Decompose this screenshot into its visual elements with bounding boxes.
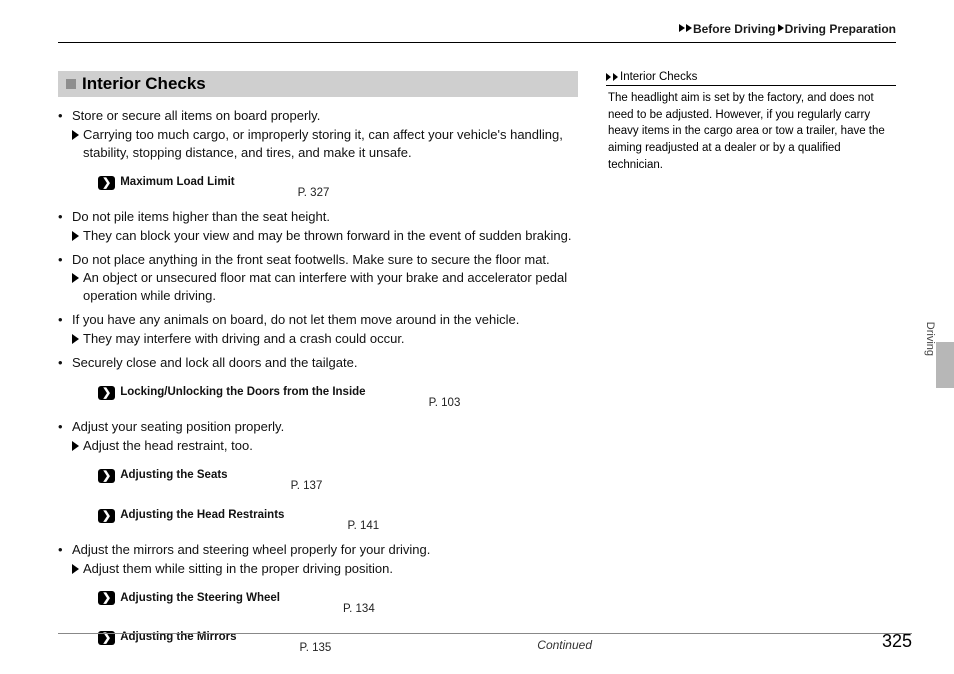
bullet-item: Adjust your seating position properly.Ad… (58, 418, 578, 535)
xref-badge-icon: ❯ (98, 509, 115, 523)
bullet-item: Store or secure all items on board prope… (58, 107, 578, 202)
xref-badge-icon: ❯ (98, 386, 115, 400)
cross-reference[interactable]: ❯ Locking/Unlocking the Doors from the In… (98, 374, 578, 412)
bullet-text: Adjust the mirrors and steering wheel pr… (72, 541, 578, 559)
bullet-text: Adjust your seating position properly. (72, 418, 578, 436)
side-column: Interior Checks The headlight aim is set… (606, 71, 896, 663)
xref-page: P. 134 (285, 580, 433, 618)
cross-reference[interactable]: ❯ Adjusting the Seats P. 137 (98, 457, 578, 495)
xref-badge-icon: ❯ (98, 591, 115, 605)
bullet-text: Securely close and lock all doors and th… (72, 354, 578, 372)
side-body-text: The headlight aim is set by the factory,… (606, 86, 896, 173)
bullet-text: Store or secure all items on board prope… (72, 107, 578, 125)
bullet-item: If you have any animals on board, do not… (58, 311, 578, 348)
chevron-right-icon (686, 24, 692, 32)
bullet-sub-text: They can block your view and may be thro… (83, 227, 572, 245)
side-heading-text: Interior Checks (620, 71, 697, 83)
xref-badge-icon: ❯ (98, 176, 115, 190)
section-title: Interior Checks (82, 74, 206, 94)
bullet-sub-text: An object or unsecured floor mat can int… (83, 269, 578, 305)
xref-page: P. 137 (233, 457, 381, 495)
cross-reference[interactable]: ❯ Adjusting the Head Restraints P. 141 (98, 497, 578, 535)
triangle-right-icon (72, 130, 79, 140)
triangle-right-icon (72, 564, 79, 574)
page-footer: Continued 325 (58, 633, 912, 652)
xref-page: P. 103 (371, 374, 519, 412)
triangle-right-icon (72, 334, 79, 344)
bullet-sub-text: Carrying too much cargo, or improperly s… (83, 126, 578, 162)
xref-page: P. 141 (289, 497, 437, 535)
bullet-sub-text: Adjust them while sitting in the proper … (83, 560, 393, 578)
triangle-right-icon (72, 231, 79, 241)
page: Before Driving Driving Preparation Interi… (0, 0, 954, 674)
cross-reference[interactable]: ❯ Maximum Load Limit P. 327 (98, 164, 578, 202)
bullet-sub: Carrying too much cargo, or improperly s… (72, 126, 578, 162)
bullet-list: Store or secure all items on board prope… (58, 107, 578, 657)
bullet-text: If you have any animals on board, do not… (72, 311, 578, 329)
xref-badge-icon: ❯ (98, 469, 115, 483)
bullet-sub: They can block your view and may be thro… (72, 227, 578, 245)
xref-title: Adjusting the Seats (120, 468, 227, 484)
section-heading: Interior Checks (58, 71, 578, 97)
cross-reference[interactable]: ❯ Adjusting the Steering Wheel P. 134 (98, 580, 578, 618)
xref-title: Adjusting the Head Restraints (120, 508, 284, 524)
breadcrumb-level-2: Driving Preparation (785, 22, 896, 36)
xref-title: Locking/Unlocking the Doors from the Ins… (120, 385, 365, 401)
chevron-right-icon (613, 73, 618, 81)
page-number: 325 (882, 631, 912, 652)
main-column: Interior Checks Store or secure all item… (58, 71, 578, 663)
bullet-text: Do not place anything in the front seat … (72, 251, 578, 269)
section-tab (936, 342, 954, 388)
section-tab-label: Driving (924, 322, 936, 356)
bullet-sub-text: Adjust the head restraint, too. (83, 437, 253, 455)
side-heading: Interior Checks (606, 71, 896, 86)
chevron-right-icon (778, 24, 784, 32)
triangle-right-icon (72, 273, 79, 283)
breadcrumb-level-1: Before Driving (693, 22, 776, 36)
bullet-sub: Adjust them while sitting in the proper … (72, 560, 578, 578)
bullet-item: Do not place anything in the front seat … (58, 251, 578, 306)
chevron-right-icon (679, 24, 685, 32)
chevron-right-icon (606, 73, 611, 81)
bullet-sub: Adjust the head restraint, too. (72, 437, 578, 455)
square-bullet-icon (66, 79, 76, 89)
xref-title: Adjusting the Steering Wheel (120, 591, 280, 607)
breadcrumb: Before Driving Driving Preparation (58, 22, 896, 43)
bullet-sub: They may interfere with driving and a cr… (72, 330, 578, 348)
bullet-item: Do not pile items higher than the seat h… (58, 208, 578, 245)
xref-page: P. 327 (240, 164, 388, 202)
bullet-sub: An object or unsecured floor mat can int… (72, 269, 578, 305)
bullet-text: Do not pile items higher than the seat h… (72, 208, 578, 226)
xref-title: Maximum Load Limit (120, 175, 234, 191)
bullet-sub-text: They may interfere with driving and a cr… (83, 330, 405, 348)
triangle-right-icon (72, 441, 79, 451)
continued-label: Continued (58, 638, 912, 652)
bullet-item: Securely close and lock all doors and th… (58, 354, 578, 412)
